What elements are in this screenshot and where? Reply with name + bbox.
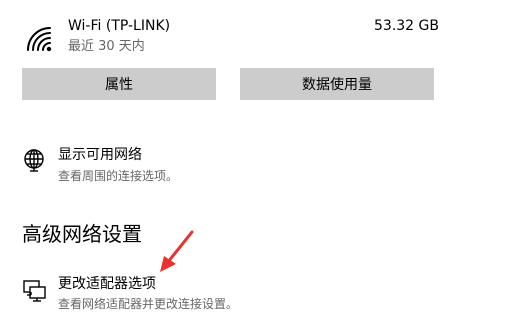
properties-button[interactable]: 属性	[22, 68, 216, 100]
usage-amount: 53.32 GB	[374, 18, 439, 34]
show-available-networks-link[interactable]: 显示可用网络	[58, 146, 142, 164]
change-adapter-options-description: 查看网络适配器并更改连接设置。	[58, 297, 239, 311]
show-available-networks-description: 查看周围的连接选项。	[58, 169, 179, 183]
advanced-network-settings-heading: 高级网络设置	[22, 222, 142, 246]
red-arrow-icon	[150, 228, 200, 278]
wifi-icon	[26, 26, 54, 54]
data-usage-button[interactable]: 数据使用量	[240, 68, 434, 100]
network-name: Wi-Fi (TP-LINK)	[68, 18, 171, 34]
network-adapter-icon	[22, 278, 48, 304]
usage-period: 最近 30 天内	[68, 39, 145, 54]
globe-icon	[22, 148, 46, 172]
change-adapter-options-link[interactable]: 更改适配器选项	[58, 275, 156, 293]
